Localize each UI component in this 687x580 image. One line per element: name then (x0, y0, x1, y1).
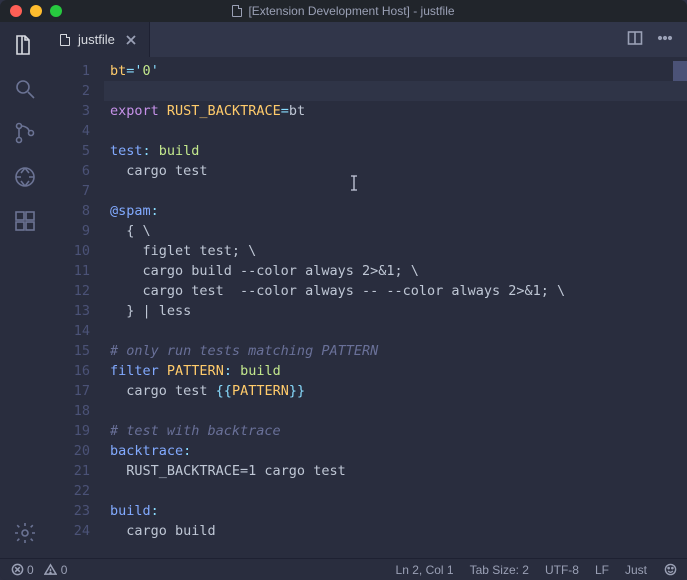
search-icon[interactable] (12, 76, 38, 102)
line-gutter: 123456789101112131415161718192021222324 (50, 57, 104, 558)
line-number: 18 (50, 401, 90, 421)
vscode-window: [Extension Development Host] - justfile (0, 0, 687, 580)
status-bar: 0 0 Ln 2, Col 1 Tab Size: 2 UTF-8 LF Jus… (0, 558, 687, 580)
line-number: 24 (50, 521, 90, 541)
code-line[interactable]: } | less (104, 301, 687, 321)
code-line[interactable]: # test with backtrace (104, 421, 687, 441)
explorer-icon[interactable] (12, 32, 38, 58)
line-number: 3 (50, 101, 90, 121)
tab-justfile[interactable]: justfile (50, 22, 150, 57)
line-number: 7 (50, 181, 90, 201)
code-line[interactable]: # only run tests matching PATTERN (104, 341, 687, 361)
status-errors[interactable]: 0 (10, 563, 34, 577)
code-line[interactable]: { \ (104, 221, 687, 241)
error-count: 0 (27, 563, 34, 577)
code-line[interactable] (104, 481, 687, 501)
code-line[interactable]: cargo build (104, 521, 687, 541)
titlebar: [Extension Development Host] - justfile (0, 0, 687, 22)
status-line-col[interactable]: Ln 2, Col 1 (396, 563, 454, 577)
code-line[interactable]: backtrace: (104, 441, 687, 461)
activity-bar (0, 22, 50, 558)
more-actions-icon[interactable] (657, 30, 673, 49)
line-number: 17 (50, 381, 90, 401)
code-line[interactable]: filter PATTERN: build (104, 361, 687, 381)
code-line[interactable] (104, 121, 687, 141)
status-right: Ln 2, Col 1 Tab Size: 2 UTF-8 LF Just (396, 563, 677, 577)
split-editor-icon[interactable] (627, 30, 643, 49)
code-line[interactable]: cargo test {{PATTERN}} (104, 381, 687, 401)
line-number: 13 (50, 301, 90, 321)
line-number: 9 (50, 221, 90, 241)
text-cursor-icon (348, 175, 360, 191)
minimize-window-button[interactable] (30, 5, 42, 17)
status-warnings[interactable]: 0 (44, 563, 68, 577)
status-eol[interactable]: LF (595, 563, 609, 577)
status-tab-size[interactable]: Tab Size: 2 (470, 563, 529, 577)
line-number: 15 (50, 341, 90, 361)
code-line[interactable] (104, 401, 687, 421)
warning-count: 0 (61, 563, 68, 577)
tab-bar-actions (627, 22, 687, 57)
line-number: 1 (50, 61, 90, 81)
line-number: 12 (50, 281, 90, 301)
line-number: 4 (50, 121, 90, 141)
line-number: 8 (50, 201, 90, 221)
line-number: 20 (50, 441, 90, 461)
file-icon (232, 5, 242, 17)
code-line[interactable]: RUST_BACKTRACE=1 cargo test (104, 461, 687, 481)
code-line[interactable]: test: build (104, 141, 687, 161)
line-number: 14 (50, 321, 90, 341)
window-title: [Extension Development Host] - justfile (0, 4, 687, 18)
line-number: 6 (50, 161, 90, 181)
status-encoding[interactable]: UTF-8 (545, 563, 579, 577)
tab-label: justfile (78, 32, 115, 47)
extensions-icon[interactable] (12, 208, 38, 234)
window-title-text: [Extension Development Host] - justfile (248, 4, 454, 18)
code-editor[interactable]: 123456789101112131415161718192021222324 … (50, 57, 687, 558)
line-number: 16 (50, 361, 90, 381)
editor-region: justfile 1234567891011121314151617181920… (50, 22, 687, 558)
tab-bar: justfile (50, 22, 687, 57)
line-number: 21 (50, 461, 90, 481)
code-line[interactable]: figlet test; \ (104, 241, 687, 261)
code-line[interactable]: @spam: (104, 201, 687, 221)
code-line[interactable]: cargo build --color always 2>&1; \ (104, 261, 687, 281)
warning-icon (44, 563, 58, 577)
code-line[interactable]: build: (104, 501, 687, 521)
window-traffic-lights (0, 5, 62, 17)
close-window-button[interactable] (10, 5, 22, 17)
debug-icon[interactable] (12, 164, 38, 190)
line-number: 11 (50, 261, 90, 281)
line-number: 5 (50, 141, 90, 161)
code-area[interactable]: bt='0' export RUST_BACKTRACE=bt test: bu… (104, 57, 687, 558)
code-line[interactable]: cargo test --color always -- --color alw… (104, 281, 687, 301)
line-number: 10 (50, 241, 90, 261)
line-number: 2 (50, 81, 90, 101)
code-line[interactable] (104, 321, 687, 341)
line-number: 23 (50, 501, 90, 521)
code-line[interactable] (104, 81, 687, 101)
code-line[interactable] (104, 181, 687, 201)
feedback-smile-icon[interactable] (663, 563, 677, 577)
main-body: justfile 1234567891011121314151617181920… (0, 22, 687, 558)
status-language[interactable]: Just (625, 563, 647, 577)
settings-gear-icon[interactable] (12, 520, 38, 546)
line-number: 19 (50, 421, 90, 441)
overview-ruler[interactable] (673, 57, 687, 558)
source-control-icon[interactable] (12, 120, 38, 146)
tab-close-icon[interactable] (123, 32, 139, 48)
error-icon (10, 563, 24, 577)
file-icon (60, 34, 70, 46)
zoom-window-button[interactable] (50, 5, 62, 17)
code-line[interactable]: bt='0' (104, 61, 687, 81)
line-number: 22 (50, 481, 90, 501)
code-line[interactable]: cargo test (104, 161, 687, 181)
code-line[interactable]: export RUST_BACKTRACE=bt (104, 101, 687, 121)
